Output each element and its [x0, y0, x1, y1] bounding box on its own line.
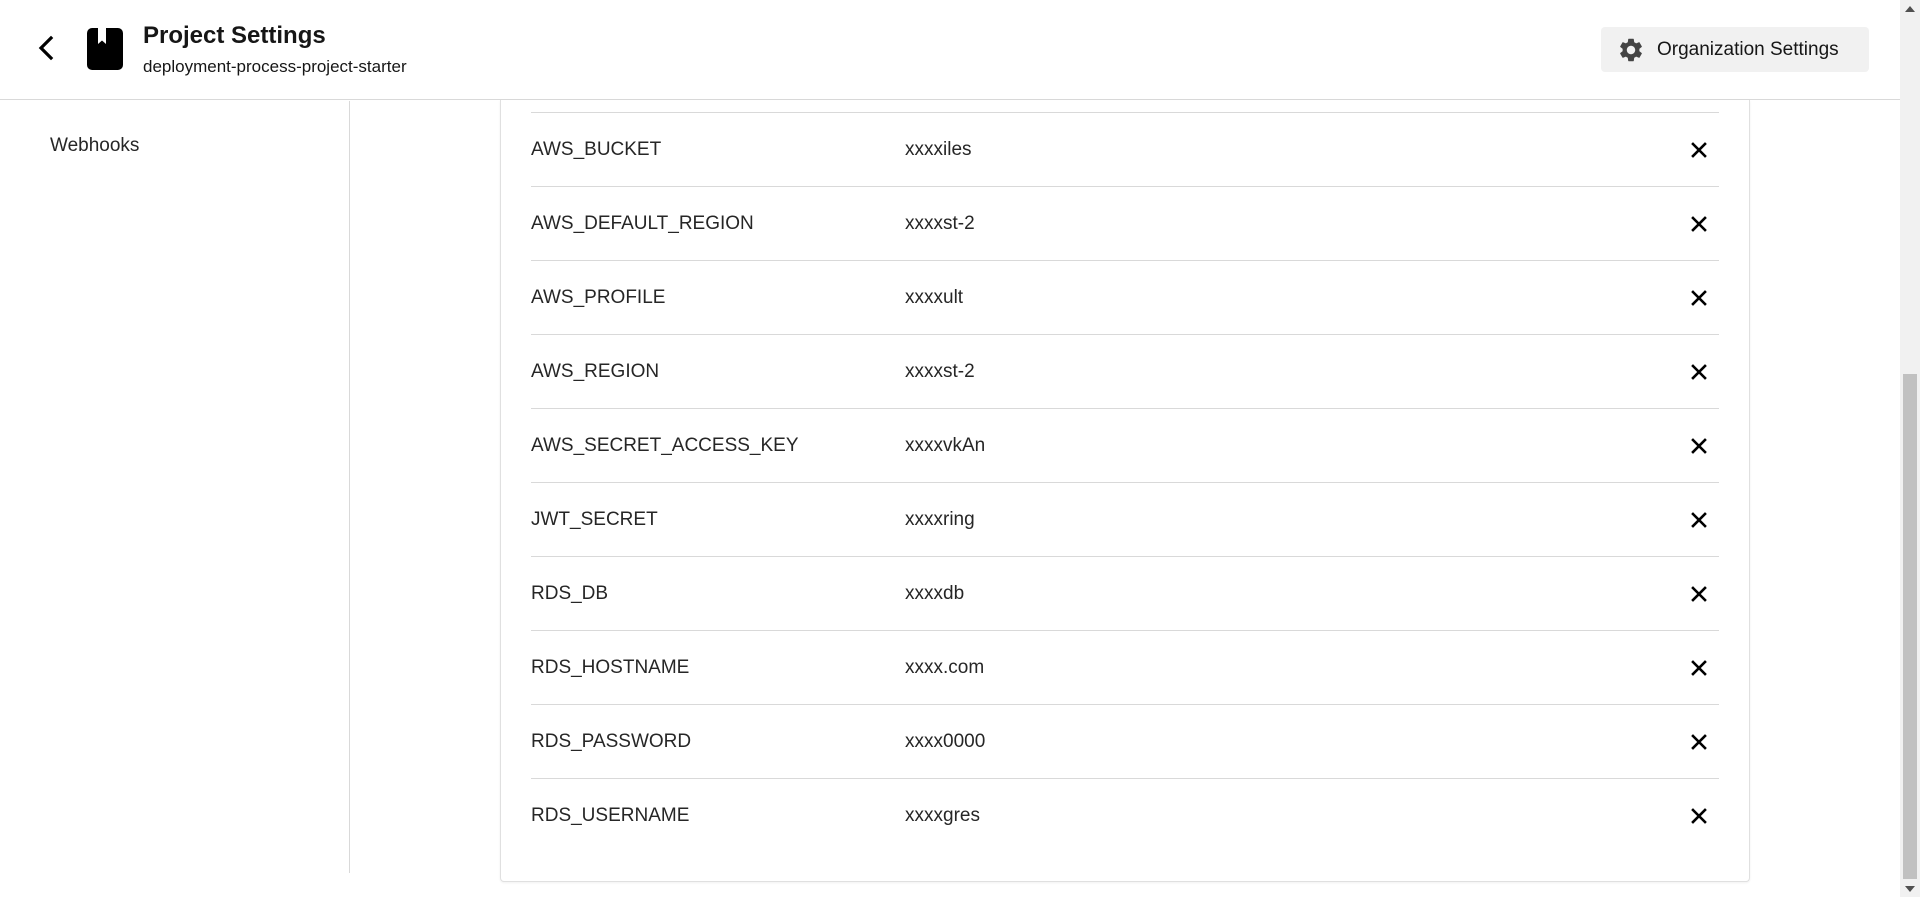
delete-env-var-button[interactable]	[1684, 579, 1714, 609]
env-var-value: xxxx.com	[905, 657, 985, 678]
close-icon	[1691, 438, 1707, 454]
close-icon	[1691, 290, 1707, 306]
delete-env-var-button[interactable]	[1684, 727, 1714, 757]
table-row: AWS_DEFAULT_REGION xxxxst-2	[531, 187, 1719, 261]
book-icon	[87, 28, 123, 70]
scroll-up-arrow-icon[interactable]	[1900, 0, 1920, 17]
organization-settings-label: Organization Settings	[1657, 38, 1839, 60]
close-icon	[1691, 512, 1707, 528]
gear-icon	[1620, 38, 1642, 61]
organization-settings-button[interactable]: Organization Settings	[1601, 27, 1869, 72]
page-title: Project Settings	[143, 22, 326, 49]
table-row: AWS_SECRET_ACCESS_KEY xxxxvkAn	[531, 409, 1719, 483]
delete-env-var-button[interactable]	[1684, 283, 1714, 313]
env-var-name: AWS_DEFAULT_REGION	[531, 213, 754, 234]
table-row: JWT_SECRET xxxxring	[531, 483, 1719, 557]
env-var-name: RDS_HOSTNAME	[531, 657, 690, 678]
chevron-left-icon	[38, 35, 54, 61]
close-icon	[1691, 586, 1707, 602]
env-var-name: JWT_SECRET	[531, 509, 658, 530]
env-var-name: RDS_PASSWORD	[531, 731, 692, 752]
table-row: AWS_PROFILE xxxxult	[531, 261, 1719, 335]
environment-variables-card: AWS_BUCKET xxxxiles AWS_DEFAULT_REGION xxxx…	[500, 100, 1750, 882]
close-icon	[1691, 364, 1707, 380]
sidebar-item-webhooks[interactable]: Webhooks	[50, 135, 139, 157]
env-var-value: xxxx0000	[905, 731, 986, 752]
env-var-name: RDS_DB	[531, 583, 609, 604]
vertical-scrollbar[interactable]	[1900, 0, 1920, 897]
table-row: RDS_HOSTNAME xxxx.com	[531, 631, 1719, 705]
env-var-value: xxxxvkAn	[905, 435, 986, 456]
scroll-down-arrow-icon[interactable]	[1900, 880, 1920, 897]
env-var-value: xxxxgres	[905, 805, 980, 826]
environment-variables-table: AWS_BUCKET xxxxiles AWS_DEFAULT_REGION xxxx…	[531, 112, 1719, 853]
env-var-name: AWS_SECRET_ACCESS_KEY	[531, 435, 799, 456]
env-var-value: xxxxdb	[905, 583, 965, 604]
delete-env-var-button[interactable]	[1684, 653, 1714, 683]
scrollbar-thumb[interactable]	[1903, 374, 1917, 879]
close-icon	[1691, 808, 1707, 824]
delete-env-var-button[interactable]	[1684, 357, 1714, 387]
project-name: deployment-process-project-starter	[143, 57, 407, 76]
delete-env-var-button[interactable]	[1684, 135, 1714, 165]
table-row: AWS_REGION xxxxst-2	[531, 335, 1719, 409]
table-row: AWS_BUCKET xxxxiles	[531, 113, 1719, 187]
top-header: Project Settings deployment-process-proj…	[0, 0, 1900, 100]
table-row: RDS_DB xxxxdb	[531, 557, 1719, 631]
close-icon	[1691, 142, 1707, 158]
env-var-value: xxxxiles	[905, 139, 972, 160]
env-var-name: AWS_PROFILE	[531, 287, 666, 308]
delete-env-var-button[interactable]	[1684, 801, 1714, 831]
delete-env-var-button[interactable]	[1684, 431, 1714, 461]
env-var-value: xxxxring	[905, 509, 975, 530]
env-var-value: xxxxult	[905, 287, 964, 308]
settings-sidebar: Webhooks	[0, 101, 350, 873]
close-icon	[1691, 734, 1707, 750]
env-var-value: xxxxst-2	[905, 361, 975, 382]
close-icon	[1691, 660, 1707, 676]
env-var-name: AWS_REGION	[531, 361, 660, 382]
delete-env-var-button[interactable]	[1684, 505, 1714, 535]
env-var-value: xxxxst-2	[905, 213, 975, 234]
close-icon	[1691, 216, 1707, 232]
table-row: RDS_PASSWORD xxxx0000	[531, 705, 1719, 779]
delete-env-var-button[interactable]	[1684, 209, 1714, 239]
env-var-name: RDS_USERNAME	[531, 805, 690, 826]
env-var-name: AWS_BUCKET	[531, 139, 662, 160]
back-button[interactable]	[28, 30, 64, 66]
table-row: RDS_USERNAME xxxxgres	[531, 779, 1719, 853]
